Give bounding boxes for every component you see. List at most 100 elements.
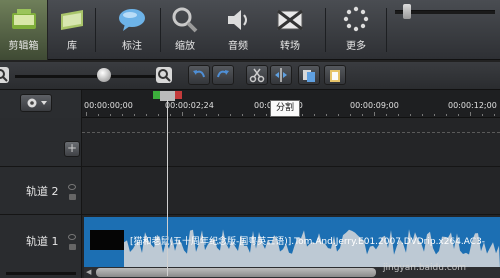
ruler-tick bbox=[410, 114, 411, 116]
tab-transitions[interactable]: 转场 bbox=[268, 0, 312, 60]
ruler-tick bbox=[98, 114, 99, 116]
ruler-time-label: 00:00:00;00 bbox=[84, 101, 133, 110]
speaker-icon bbox=[228, 10, 247, 30]
track-height-slider[interactable] bbox=[6, 272, 76, 275]
ruler-tick bbox=[350, 114, 351, 116]
split-tooltip: 分割 bbox=[270, 100, 300, 117]
ruler-time-label: 00:00:12;00 bbox=[448, 101, 497, 110]
gear-icon bbox=[27, 98, 47, 108]
undo-button[interactable] bbox=[188, 65, 210, 85]
tab-label: 库 bbox=[67, 41, 77, 52]
track-lock-icon[interactable] bbox=[69, 244, 76, 250]
paste-icon bbox=[330, 70, 340, 82]
ruler-tick bbox=[158, 114, 159, 116]
timeline-toolbar bbox=[0, 62, 500, 90]
ruler-tick bbox=[182, 112, 183, 116]
media-clip[interactable]: [猫和老鼠(五十周年纪念版-国粤英三语)].Tom.And.Jerry.E01.… bbox=[84, 217, 500, 269]
ruler-tick bbox=[86, 112, 87, 116]
tab-label: 标注 bbox=[122, 41, 142, 52]
ruler-tick bbox=[206, 114, 207, 116]
ruler-tick bbox=[338, 114, 339, 116]
ruler-tick bbox=[230, 114, 231, 116]
more-dots-icon bbox=[343, 6, 369, 32]
ruler-tick bbox=[458, 114, 459, 116]
tab-label: 更多 bbox=[346, 41, 366, 52]
track-divider bbox=[0, 214, 500, 215]
ruler-tick bbox=[218, 114, 219, 116]
playhead-line bbox=[167, 100, 168, 276]
timeline-settings-button[interactable] bbox=[20, 94, 52, 112]
ruler-tick bbox=[170, 114, 171, 116]
tab-clip-bin[interactable]: 剪辑箱 bbox=[0, 0, 48, 60]
paste-button[interactable] bbox=[324, 65, 346, 85]
copy-button[interactable] bbox=[298, 65, 320, 85]
redo-icon bbox=[217, 70, 229, 78]
ruler-tick bbox=[302, 114, 303, 116]
playhead-start-marker[interactable] bbox=[153, 91, 160, 99]
track-visibility-icon[interactable] bbox=[68, 184, 76, 190]
tab-label: 剪辑箱 bbox=[8, 41, 39, 52]
split-button[interactable] bbox=[270, 65, 292, 85]
redo-button[interactable] bbox=[212, 65, 234, 85]
film-clip-icon bbox=[11, 9, 36, 29]
tab-callouts[interactable]: 标注 bbox=[110, 0, 154, 60]
ruler-tick bbox=[146, 114, 147, 116]
scroll-left-arrow-icon[interactable]: ◀ bbox=[86, 268, 95, 277]
ruler-tick bbox=[494, 114, 495, 116]
track-label: 轨道 2 bbox=[26, 185, 59, 198]
ruler-tick bbox=[470, 112, 471, 116]
tab-divider bbox=[95, 8, 96, 52]
add-track-button[interactable]: + bbox=[64, 141, 80, 157]
tab-bar: 剪辑箱 库 标注 缩放 音频 转场 更多 bbox=[0, 0, 500, 60]
ruler-tick bbox=[242, 114, 243, 116]
ruler-time-label: 00:00:09;00 bbox=[350, 101, 399, 110]
ruler-tick bbox=[134, 114, 135, 116]
playhead-end-marker[interactable] bbox=[175, 91, 182, 99]
tab-audio[interactable]: 音频 bbox=[216, 0, 260, 60]
cut-button[interactable] bbox=[246, 65, 268, 85]
track-lock-icon[interactable] bbox=[69, 194, 76, 200]
preview-size-slider-thumb[interactable] bbox=[403, 4, 411, 19]
clip-thumbnail bbox=[90, 230, 124, 250]
magnifier-icon bbox=[172, 7, 198, 33]
library-icon bbox=[61, 10, 83, 30]
ruler-tick bbox=[446, 114, 447, 116]
ruler-time-label: 00:00:02;24 bbox=[165, 101, 214, 110]
zoom-out-icon[interactable] bbox=[0, 67, 9, 83]
ruler-tick bbox=[362, 114, 363, 116]
zoom-slider-thumb[interactable] bbox=[97, 68, 111, 82]
track-visibility-icon[interactable] bbox=[68, 234, 76, 240]
ruler-tick bbox=[314, 114, 315, 116]
ruler-tick bbox=[434, 114, 435, 116]
ruler-tick bbox=[122, 114, 123, 116]
ruler-tick bbox=[482, 114, 483, 116]
watermark: jingyan.baidu.com bbox=[383, 263, 467, 273]
zoom-slider-track[interactable] bbox=[15, 75, 155, 78]
scrollbar-thumb[interactable] bbox=[96, 268, 376, 277]
tab-label: 缩放 bbox=[175, 41, 195, 52]
ruler-tick bbox=[110, 114, 111, 116]
ruler-tick bbox=[386, 114, 387, 116]
ruler-tick bbox=[398, 114, 399, 116]
transition-icon bbox=[277, 9, 303, 31]
ruler-tick bbox=[326, 114, 327, 116]
tab-divider bbox=[325, 8, 326, 52]
tab-zoom[interactable]: 缩放 bbox=[163, 0, 207, 60]
ruler-tick bbox=[422, 114, 423, 116]
ruler-tick bbox=[254, 114, 255, 116]
tab-library[interactable]: 库 bbox=[50, 0, 94, 60]
undo-icon bbox=[193, 70, 205, 78]
tab-divider bbox=[160, 8, 161, 52]
callout-bubble-icon bbox=[119, 9, 145, 31]
drop-zone-line bbox=[82, 132, 500, 133]
track-label: 轨道 1 bbox=[26, 235, 59, 248]
ruler-tick bbox=[266, 114, 267, 116]
tab-more[interactable]: 更多 bbox=[334, 0, 378, 60]
zoom-in-icon[interactable] bbox=[156, 67, 172, 83]
clip-title: [猫和老鼠(五十周年纪念版-国粤英三语)].Tom.And.Jerry.E01.… bbox=[130, 237, 486, 247]
scissors-icon bbox=[249, 68, 265, 83]
ruler-tick bbox=[374, 112, 375, 116]
copy-icon bbox=[303, 70, 315, 82]
tab-divider bbox=[386, 8, 387, 52]
ruler-tick bbox=[194, 114, 195, 116]
